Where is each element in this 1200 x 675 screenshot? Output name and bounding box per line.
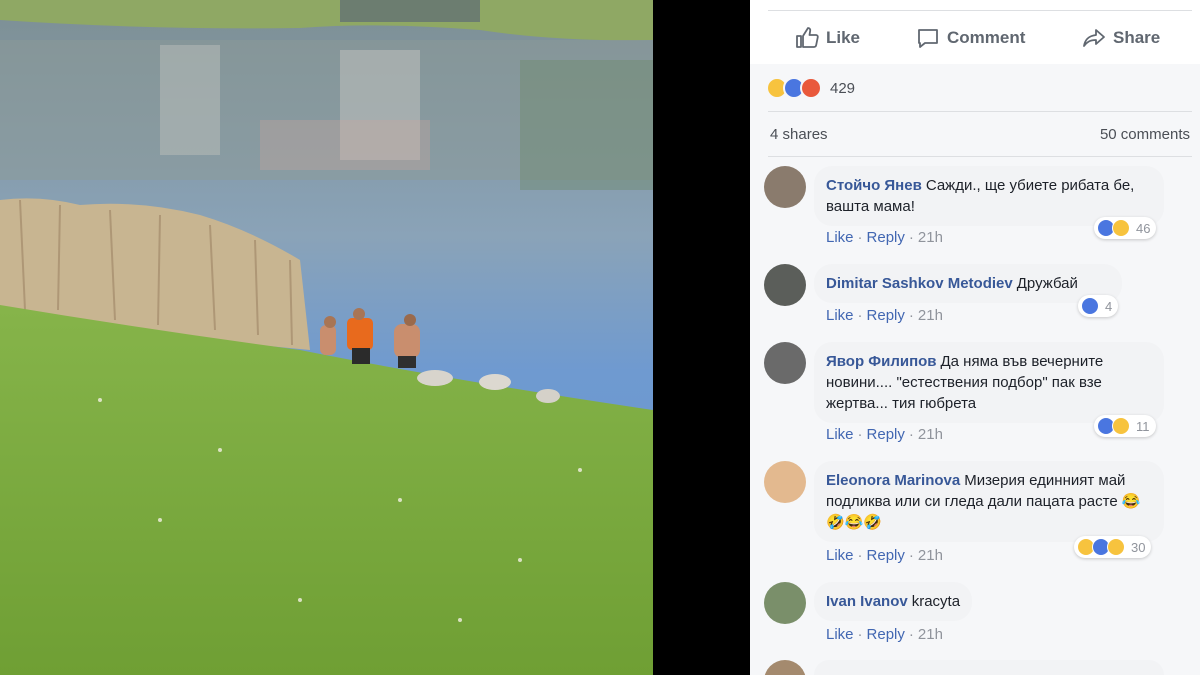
comment-bubble: Явор Филипов Да няма във вечерните новини… <box>814 342 1164 423</box>
comment-reactions[interactable]: 11 <box>1094 415 1156 437</box>
comment-time[interactable]: 21h <box>918 426 943 443</box>
comment-author[interactable]: Явор Филипов <box>826 353 937 370</box>
comment-reactions[interactable]: 46 <box>1094 217 1157 239</box>
reaction-count: 4 <box>1105 298 1113 314</box>
comment-reactions[interactable]: 30 <box>1074 536 1152 558</box>
avatar[interactable] <box>764 582 806 624</box>
comment-author[interactable]: Стойчо Янев <box>826 177 922 194</box>
thumbs-up-icon <box>796 27 819 48</box>
comment-like-link[interactable]: Like <box>826 626 854 643</box>
comment-meta: Like · Reply · 21h <box>826 307 943 324</box>
comment-like-link[interactable]: Like <box>826 426 854 443</box>
comment-author[interactable]: Eleonora Marinova <box>826 472 960 489</box>
post-photo[interactable] <box>0 0 653 675</box>
speech-bubble-icon <box>918 29 938 48</box>
avatar[interactable] <box>764 342 806 384</box>
reaction-count: 46 <box>1136 220 1151 236</box>
comment-bubble: Ivan Ivanov kracyta <box>814 582 973 621</box>
comment-text: Дружбай <box>1016 275 1078 292</box>
avatar[interactable] <box>764 166 806 208</box>
reaction-count: 429 <box>830 79 856 97</box>
like-label: Like <box>826 28 861 47</box>
shares-count[interactable]: 4 shares <box>770 126 828 143</box>
reaction-count: 11 <box>1136 418 1150 434</box>
lightbox-gutter <box>653 0 750 675</box>
comment-time[interactable]: 21h <box>918 626 943 643</box>
avatar[interactable] <box>764 461 806 503</box>
haha-reaction-icon <box>1112 417 1130 435</box>
comment-reactions[interactable]: 4 <box>1078 295 1119 317</box>
comment-meta: Like · Reply · 21h <box>826 626 943 643</box>
post-actions-bar: Like Comment Share <box>750 20 1200 56</box>
comment-time[interactable]: 21h <box>918 547 943 564</box>
reaction-summary[interactable]: 429 <box>766 77 856 99</box>
comment-reply-link[interactable]: Reply <box>867 626 905 643</box>
like-reaction-icon <box>1081 297 1099 315</box>
divider <box>768 111 1192 112</box>
comment-reply-link[interactable]: Reply <box>867 426 905 443</box>
share-arrow-icon <box>1083 29 1105 47</box>
comment-meta: Like · Reply · 21h <box>826 426 943 443</box>
comment-like-link[interactable]: Like <box>826 307 854 324</box>
comments-count[interactable]: 50 comments <box>1100 126 1190 143</box>
comment-like-link[interactable]: Like <box>826 547 854 564</box>
comment-text: kracyta <box>911 593 961 610</box>
comment-reply-link[interactable]: Reply <box>867 547 905 564</box>
comment-time[interactable]: 21h <box>918 229 943 246</box>
comment-label: Comment <box>947 28 1026 47</box>
comment-meta: Like · Reply · 21h <box>826 547 943 564</box>
share-label: Share <box>1113 28 1161 47</box>
comment-bubble: Eleonora Marinova Мизерия единният май по… <box>814 461 1164 542</box>
comment-button[interactable]: Comment <box>916 20 1025 56</box>
divider <box>768 10 1192 11</box>
angry-reaction-icon <box>800 77 822 99</box>
reaction-count: 30 <box>1131 539 1146 555</box>
comment-reply-link[interactable]: Reply <box>867 307 905 324</box>
wow-reaction-icon <box>1107 538 1125 556</box>
comment-bubble: Dimitar Sashkov Metodiev Дружбай <box>814 264 1122 303</box>
comment-author[interactable]: Dimitar Sashkov Metodiev <box>826 275 1013 292</box>
avatar[interactable] <box>764 264 806 306</box>
divider <box>768 156 1192 157</box>
haha-reaction-icon <box>1112 219 1130 237</box>
comment-meta: Like · Reply · 21h <box>826 229 943 246</box>
comment-like-link[interactable]: Like <box>826 229 854 246</box>
comment-author[interactable]: Ivan Ivanov <box>826 593 908 610</box>
comment-time[interactable]: 21h <box>918 307 943 324</box>
post-side-panel: Like Comment Share 429 4 shares 50 comme… <box>750 0 1200 675</box>
comment-reply-link[interactable]: Reply <box>867 229 905 246</box>
like-button[interactable]: Like <box>795 20 860 56</box>
comment-bubble <box>814 660 1164 675</box>
share-button[interactable]: Share <box>1082 20 1160 56</box>
